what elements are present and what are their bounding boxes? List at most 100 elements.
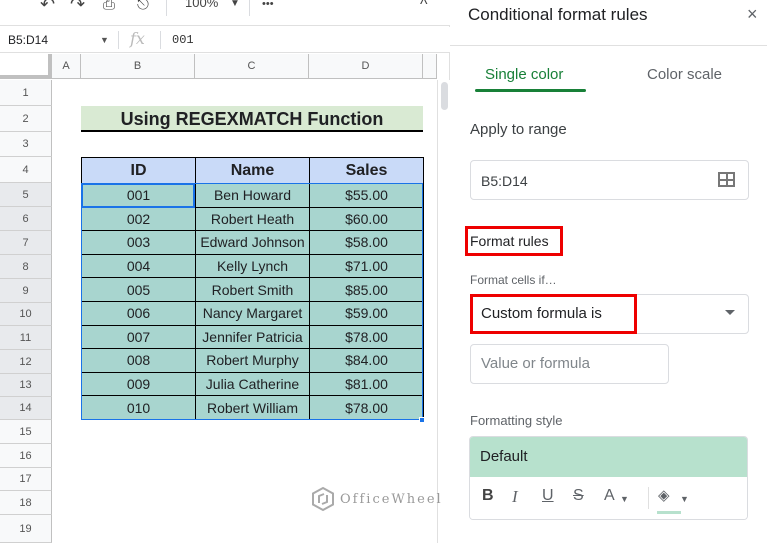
row-header[interactable]: 15	[0, 420, 52, 444]
cell-id[interactable]: 003	[81, 230, 196, 255]
cell-sales[interactable]: $59.00	[309, 300, 424, 326]
paint-format-icon[interactable]: ⎋	[137, 0, 149, 13]
close-icon[interactable]: ×	[747, 4, 758, 25]
print-icon[interactable]: ⎙	[103, 0, 115, 13]
cell-id[interactable]: 002	[81, 206, 196, 232]
divider	[648, 487, 649, 509]
cell-id[interactable]: 009	[81, 371, 196, 397]
fill-handle[interactable]	[419, 417, 425, 423]
value-or-formula-input[interactable]: Value or formula	[470, 344, 669, 384]
select-range-icon[interactable]	[718, 172, 735, 187]
watermark: OfficeWheel	[310, 486, 443, 512]
conditional-format-panel: Conditional format rules × Single color …	[450, 0, 767, 543]
cell-id[interactable]: 005	[81, 277, 196, 302]
row-header[interactable]: 1	[0, 80, 52, 106]
cell-sales[interactable]: $78.00	[309, 324, 424, 350]
row-header[interactable]: 14	[0, 397, 52, 420]
cell-name[interactable]: Kelly Lynch	[195, 253, 310, 279]
spreadsheet-area: ↶ ↷ ⎙ ⎋ 100% ▼ ••• ^ B5:D14 ▼ fx 001 A B…	[0, 0, 450, 543]
row-header[interactable]: 12	[0, 350, 52, 374]
row-header[interactable]: 5	[0, 183, 52, 207]
redo-icon[interactable]: ↷	[70, 0, 85, 15]
cell-sales[interactable]: $60.00	[309, 206, 424, 232]
row-header[interactable]: 17	[0, 468, 52, 491]
table-row: 006 Nancy Margaret $59.00	[81, 300, 424, 326]
name-box-dropdown-icon[interactable]: ▼	[100, 35, 109, 45]
cell-name[interactable]: Robert William	[195, 395, 310, 420]
highlight-box-condition	[470, 294, 637, 334]
row-header[interactable]: 9	[0, 279, 52, 303]
table-row: 002 Robert Heath $60.00	[81, 206, 424, 232]
row-header[interactable]: 10	[0, 303, 52, 326]
cell-sales[interactable]: $71.00	[309, 253, 424, 279]
cell-name[interactable]: Edward Johnson	[195, 230, 310, 255]
strikethrough-button[interactable]: S	[573, 487, 584, 505]
row-header[interactable]: 6	[0, 207, 52, 231]
fill-color-icon[interactable]: ◈	[658, 486, 670, 504]
zoom-select[interactable]: 100%	[185, 0, 218, 10]
vertical-scrollbar[interactable]	[437, 80, 450, 543]
cell-id[interactable]: 008	[81, 348, 196, 373]
cell-name[interactable]: Julia Catherine	[195, 371, 310, 397]
text-color-button[interactable]: A	[604, 487, 615, 505]
tab-single-color[interactable]: Single color	[485, 66, 563, 83]
cell-name[interactable]: Robert Smith	[195, 277, 310, 302]
column-header-c[interactable]: C	[195, 54, 309, 79]
cell-sales[interactable]: $58.00	[309, 230, 424, 255]
cell-id[interactable]: 001	[81, 183, 196, 208]
row-header[interactable]: 18	[0, 491, 52, 515]
bold-button[interactable]: B	[482, 487, 494, 505]
row-header[interactable]: 3	[0, 132, 52, 157]
collapse-toolbar-button[interactable]: ^	[420, 0, 428, 14]
tab-color-scale[interactable]: Color scale	[647, 66, 722, 83]
row-header[interactable]: 4	[0, 157, 52, 183]
cell-id[interactable]: 010	[81, 395, 196, 420]
row-header[interactable]: 11	[0, 326, 52, 350]
cell-id[interactable]: 007	[81, 324, 196, 350]
cell-sales[interactable]: $81.00	[309, 371, 424, 397]
column-header-e[interactable]	[423, 54, 437, 79]
header-sales[interactable]: Sales	[309, 157, 424, 184]
cell-name[interactable]: Jennifer Patricia	[195, 324, 310, 350]
row-header[interactable]: 13	[0, 374, 52, 397]
range-input[interactable]: B5:D14	[470, 160, 749, 200]
text-color-dropdown-icon[interactable]: ▼	[620, 494, 629, 504]
cell-name[interactable]: Robert Heath	[195, 206, 310, 232]
formula-bar: B5:D14 ▼ fx 001	[0, 27, 450, 53]
active-tab-indicator	[475, 89, 586, 92]
fill-color-dropdown-icon[interactable]: ▼	[680, 494, 689, 504]
header-id[interactable]: ID	[81, 157, 196, 184]
row-header[interactable]: 7	[0, 231, 52, 255]
column-header-d[interactable]: D	[309, 54, 423, 79]
data-table: ID Name Sales 001 Ben Howard $55.00 002 Robe…	[81, 157, 424, 420]
row-header[interactable]: 8	[0, 255, 52, 279]
more-options-button[interactable]: •••	[262, 0, 274, 10]
formula-input[interactable]: 001	[172, 33, 194, 47]
italic-button[interactable]: I	[512, 487, 518, 507]
chevron-down-icon[interactable]	[725, 310, 735, 315]
cell-sales[interactable]: $84.00	[309, 348, 424, 373]
sheet-title[interactable]: Using REGEXMATCH Function	[81, 106, 423, 132]
scrollbar-thumb[interactable]	[441, 82, 448, 110]
undo-icon[interactable]: ↶	[40, 0, 55, 15]
cell-sales[interactable]: $78.00	[309, 395, 424, 420]
cell-sales[interactable]: $85.00	[309, 277, 424, 302]
cell-name[interactable]: Ben Howard	[195, 183, 310, 208]
name-box[interactable]: B5:D14	[8, 33, 48, 47]
cell-sales[interactable]: $55.00	[309, 183, 424, 208]
header-name[interactable]: Name	[195, 157, 310, 184]
select-all-corner[interactable]	[0, 54, 52, 79]
cell-id[interactable]: 004	[81, 253, 196, 279]
column-header-b[interactable]: B	[81, 54, 195, 79]
column-header-a[interactable]: A	[52, 54, 81, 79]
row-header[interactable]: 19	[0, 515, 52, 543]
zoom-dropdown-icon[interactable]: ▼	[230, 0, 240, 9]
cell-name[interactable]: Nancy Margaret	[195, 300, 310, 326]
row-header[interactable]: 2	[0, 106, 52, 132]
cell-name[interactable]: Robert Murphy	[195, 348, 310, 373]
style-preset-select[interactable]: Default	[470, 437, 747, 477]
underline-button[interactable]: U	[542, 487, 554, 505]
table-row: 009 Julia Catherine $81.00	[81, 371, 424, 397]
row-header[interactable]: 16	[0, 444, 52, 468]
cell-id[interactable]: 006	[81, 300, 196, 326]
